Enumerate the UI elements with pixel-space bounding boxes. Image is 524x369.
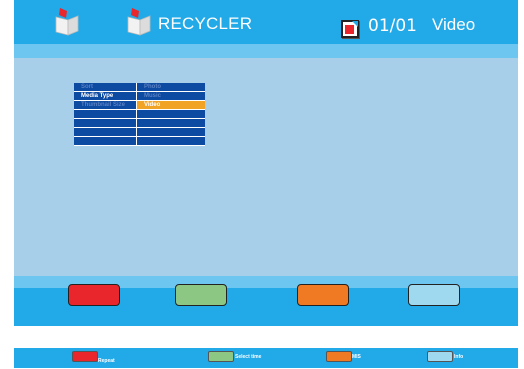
- settings-menu: Sort Photo Media Type Music Thumbnail Si…: [74, 83, 205, 146]
- page-counter: 01/01: [368, 16, 417, 36]
- menu-row-empty: [74, 118, 205, 128]
- legend-repeat: Repeat: [98, 358, 115, 364]
- button-bar-lower: [14, 310, 518, 326]
- cyan-key-icon: [427, 351, 453, 362]
- menu-row-media-type[interactable]: Media Type Music: [74, 91, 205, 101]
- legend-select-time: Select time: [235, 354, 262, 360]
- menu-row-sort[interactable]: Sort Photo: [74, 83, 205, 92]
- menu-value[interactable]: Photo: [136, 83, 205, 92]
- green-button[interactable]: [175, 284, 227, 306]
- menu-label: Thumbnail Size: [74, 100, 137, 110]
- menu-label: Sort: [74, 83, 137, 92]
- button-legend: Repeat Select time MIS Info: [14, 348, 518, 368]
- menu-row-empty: [74, 136, 205, 146]
- recycler-folder-icon[interactable]: [126, 8, 152, 36]
- menu-value: [136, 118, 205, 128]
- legend-mis: MIS: [352, 354, 361, 360]
- page-title: RECYCLER: [158, 14, 253, 33]
- orange-button[interactable]: [297, 284, 349, 306]
- menu-value: [136, 109, 205, 119]
- menu-value-selected[interactable]: Video: [136, 100, 205, 110]
- menu-label: Media Type: [74, 91, 137, 101]
- main-panel: Sort Photo Media Type Music Thumbnail Si…: [14, 58, 518, 276]
- folder-icon[interactable]: [54, 8, 80, 36]
- cyan-button[interactable]: [408, 284, 460, 306]
- menu-label: [74, 136, 137, 146]
- menu-value: [136, 127, 205, 137]
- red-button[interactable]: [68, 284, 120, 306]
- green-key-icon: [208, 351, 234, 362]
- red-key-icon: [72, 351, 98, 362]
- menu-label: [74, 127, 137, 137]
- menu-value[interactable]: Music: [136, 91, 205, 101]
- menu-row-thumbnail-size[interactable]: Thumbnail Size Video: [74, 100, 205, 110]
- menu-row-empty: [74, 127, 205, 137]
- menu-row-empty: [74, 109, 205, 119]
- menu-label: [74, 118, 137, 128]
- page-icon: [341, 20, 359, 38]
- menu-value: [136, 136, 205, 146]
- orange-key-icon: [326, 351, 352, 362]
- menu-label: [74, 109, 137, 119]
- header-strip: [14, 44, 518, 58]
- legend-info: Info: [454, 354, 464, 360]
- media-type-label: Video: [432, 15, 476, 34]
